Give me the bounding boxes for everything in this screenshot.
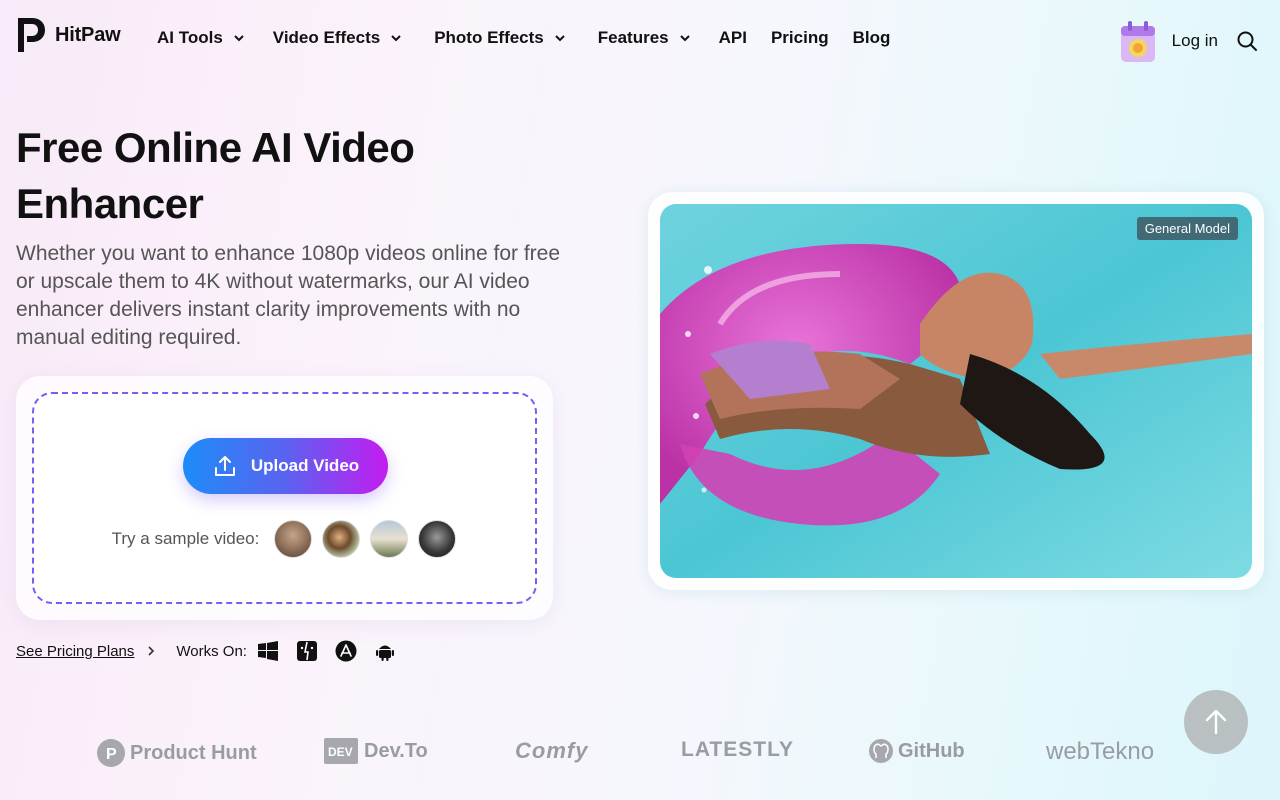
- upload-dropzone[interactable]: Upload Video Try a sample video:: [32, 392, 537, 604]
- sample-video-thumb[interactable]: [370, 520, 409, 558]
- search-icon[interactable]: [1236, 30, 1258, 52]
- preview-illustration: [660, 204, 1252, 578]
- android-icon: [375, 645, 394, 661]
- chevron-down-icon: [679, 35, 690, 42]
- svg-text:P: P: [106, 746, 117, 763]
- partner-name: webTekno: [1046, 738, 1155, 765]
- latestly-logo: LATESTLY: [681, 738, 794, 762]
- scroll-to-top-button[interactable]: [1184, 690, 1248, 754]
- windows-icon: [257, 641, 278, 661]
- partner-name: GitHub: [898, 739, 965, 762]
- github-icon: [869, 739, 893, 763]
- partner-name: Dev.To: [364, 739, 428, 762]
- partner-logos: P Product Hunt DEV Dev.To Comfy LATESTLY…: [0, 730, 1280, 780]
- sample-video-thumb[interactable]: [418, 520, 457, 558]
- arrow-up-icon: [1205, 709, 1227, 735]
- nav-features[interactable]: Features: [598, 28, 691, 48]
- sample-videos: Try a sample video:: [34, 520, 539, 558]
- preview-image: General Model: [660, 204, 1252, 578]
- partner-name: LATESTLY: [681, 738, 795, 761]
- sample-label: Try a sample video:: [111, 529, 260, 548]
- nav-blog[interactable]: Blog: [853, 28, 891, 48]
- preview-frame: General Model: [648, 192, 1264, 590]
- promo-calendar-icon[interactable]: [1118, 18, 1158, 64]
- app-store-icon: [335, 640, 357, 662]
- comfy-logo: Comfy: [515, 738, 588, 764]
- see-pricing-link[interactable]: See Pricing Plans: [16, 643, 134, 660]
- devto-logo: DEV Dev.To: [324, 738, 428, 764]
- nav-label: API: [718, 28, 747, 47]
- product-hunt-icon: P: [97, 739, 125, 767]
- upload-icon: [214, 456, 235, 476]
- nav-label: Blog: [852, 28, 891, 47]
- header-actions: Log in: [1118, 18, 1258, 64]
- nav-label: Features: [597, 28, 669, 47]
- nav-label: Pricing: [770, 28, 829, 47]
- github-logo: GitHub: [868, 738, 965, 764]
- site-header: HitPaw AI Tools Video Effects Photo Effe…: [0, 0, 1280, 80]
- devto-icon: DEV: [324, 738, 358, 764]
- chevron-right-icon: [148, 646, 155, 656]
- upload-card: Upload Video Try a sample video:: [16, 376, 553, 620]
- nav-photo-effects[interactable]: Photo Effects: [434, 28, 566, 48]
- webtekno-logo: webTekno: [1046, 738, 1154, 766]
- nav-api[interactable]: API: [719, 28, 747, 48]
- sample-video-thumb[interactable]: [322, 520, 361, 558]
- main-nav: AI Tools Video Effects Photo Effects Fea…: [157, 28, 914, 48]
- page-title: Free Online AI Video Enhancer: [16, 124, 415, 227]
- model-badge: General Model: [1136, 217, 1238, 240]
- chevron-down-icon: [555, 35, 565, 42]
- nav-ai-tools[interactable]: AI Tools: [157, 28, 245, 48]
- pricing-platforms-row: See Pricing Plans Works On:: [16, 640, 413, 662]
- nav-video-effects[interactable]: Video Effects: [273, 28, 402, 48]
- upload-button-label: Upload Video: [250, 456, 360, 475]
- nav-pricing[interactable]: Pricing: [771, 28, 829, 48]
- svg-text:DEV: DEV: [328, 745, 353, 759]
- login-link[interactable]: Log in: [1172, 31, 1218, 51]
- hitpaw-logo-icon: [18, 18, 45, 52]
- nav-label: AI Tools: [157, 28, 223, 47]
- chevron-down-icon: [391, 35, 401, 42]
- sample-video-thumb[interactable]: [274, 520, 313, 558]
- mac-finder-icon: [296, 641, 317, 661]
- partner-name: Comfy: [515, 738, 589, 763]
- partner-name: Product Hunt: [130, 741, 257, 764]
- product-hunt-logo: P Product Hunt: [96, 738, 257, 768]
- brand-logo[interactable]: HitPaw: [16, 16, 121, 54]
- works-on-label: Works On:: [176, 642, 247, 660]
- chevron-down-icon: [234, 35, 244, 42]
- hero-description: Whether you want to enhance 1080p videos…: [16, 242, 561, 349]
- nav-label: Photo Effects: [434, 28, 544, 47]
- nav-label: Video Effects: [272, 28, 381, 47]
- upload-video-button[interactable]: Upload Video: [183, 438, 388, 494]
- brand-name: HitPaw: [55, 23, 121, 46]
